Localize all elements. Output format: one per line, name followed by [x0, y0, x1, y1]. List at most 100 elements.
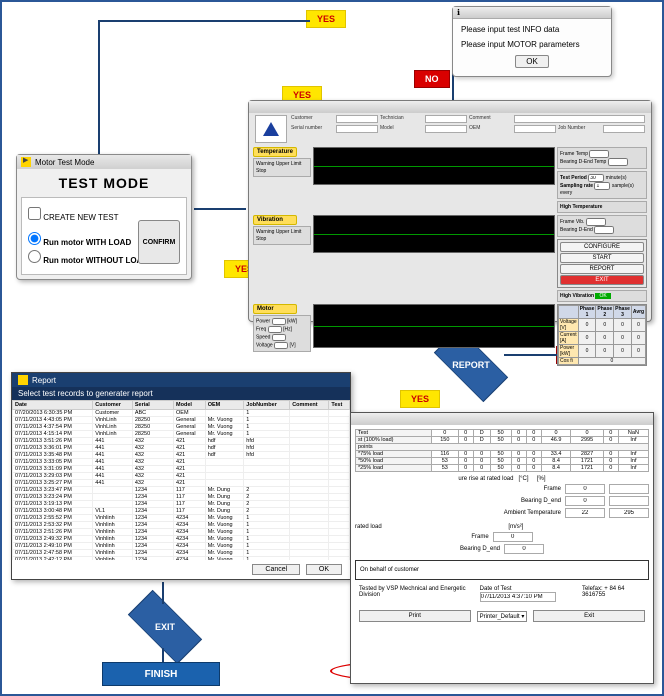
test-period-value[interactable] [588, 174, 604, 182]
create-new-label: CREATE NEW TEST [43, 213, 118, 222]
report-cancel-button[interactable]: Cancel [252, 564, 300, 575]
hdr-customer-input[interactable] [336, 115, 379, 123]
main-logo [255, 115, 287, 143]
high-temp-label: High Temperature [560, 204, 602, 210]
start-button[interactable]: START [560, 253, 644, 263]
table-row[interactable]: 07/11/2013 4:43:05 PMVinhLinh28250Genera… [13, 417, 350, 424]
table-row[interactable]: 07/11/2013 3:51:26 PM441432421hdfhfd [13, 438, 350, 445]
deg-unit: [°C] [518, 476, 528, 482]
table-row[interactable]: 07/11/2013 2:55:52 PMVinhlinh12344234Mr.… [13, 515, 350, 522]
test-period-label: Test Period [560, 175, 587, 181]
info-text-2: Please input MOTOR parameters [461, 40, 603, 49]
bearing-pct-input[interactable] [609, 496, 649, 506]
table-row[interactable]: 07/11/2013 4:15:14 PMVinhLinh28250Genera… [13, 431, 350, 438]
confirm-button[interactable]: CONFIRM [138, 220, 180, 264]
section-temperature: Temperature [253, 147, 297, 157]
ambient-pct-input[interactable] [609, 508, 649, 518]
print-button[interactable]: Print [359, 610, 471, 622]
hdr-job-input[interactable] [603, 125, 646, 133]
motor-power-input[interactable] [272, 318, 286, 325]
table-row[interactable]: 07/11/2013 2:51:26 PMVinhlinh12344234Mr.… [13, 529, 350, 536]
hdr-technician-input[interactable] [425, 115, 468, 123]
hdr-model-label: Model [380, 125, 423, 133]
decision-no-1: NO [414, 70, 450, 88]
frame2-label: Frame [471, 534, 488, 540]
create-new-checkbox[interactable] [28, 207, 41, 220]
report-button[interactable]: REPORT [560, 264, 644, 274]
hdr-oem-label: OEM [469, 125, 512, 133]
section-vibration: Vibration [253, 215, 297, 225]
frame-vib-input[interactable] [493, 532, 533, 542]
configure-button[interactable]: CONFIGURE [560, 242, 644, 252]
hz-unit: [Hz] [283, 327, 292, 333]
table-row[interactable]: 07/11/2013 3:25:27 PM441432421 [13, 480, 350, 487]
bearing-label: Bearing D_end [521, 498, 561, 504]
table-row[interactable]: 07/11/2013 3:23:24 PM1234117Mr. Dung2 [13, 494, 350, 501]
table-row[interactable]: 07/11/2013 3:36:01 PM441432421hdfhfd [13, 445, 350, 452]
table-row[interactable]: 07/11/2013 2:49:32 PMVinhlinh12344234Mr.… [13, 536, 350, 543]
temp-warning-label: Warning Upper Limit [256, 161, 308, 167]
motor-freq-label: Freq [256, 327, 266, 333]
bearing-c-input[interactable] [565, 496, 605, 506]
test-mode-window: Motor Test Mode TEST MODE CREATE NEW TES… [16, 154, 192, 280]
table-row[interactable]: 07/11/2013 2:49:10 PMVinhlinh12344234Mr.… [13, 543, 350, 550]
motor-voltage-input[interactable] [274, 342, 288, 349]
control-button-panel: CONFIGURE START REPORT EXIT [557, 239, 647, 288]
frame-vib-value[interactable] [586, 218, 606, 226]
hdr-comment-input[interactable] [514, 115, 646, 123]
report-ok-button[interactable]: OK [306, 564, 342, 575]
hdr-serial-input[interactable] [336, 125, 379, 133]
diamond-exit: EXIT [130, 602, 200, 652]
hdr-comment-label: Comment [469, 115, 512, 123]
frame-pct-input[interactable] [609, 484, 649, 494]
table-row[interactable]: 07/20/2013 6:30:35 PMCustomerABCOEM1 [13, 410, 350, 417]
connector [194, 208, 246, 210]
hdr-technician-label: Technician [380, 115, 423, 123]
sampling-value[interactable] [594, 182, 610, 190]
table-row[interactable]: 07/11/2013 3:00:48 PMVL11234117Mr. Dung2 [13, 508, 350, 515]
table-row[interactable]: 07/11/2013 3:29:03 PM441432421 [13, 473, 350, 480]
frame-temp-value[interactable] [589, 150, 609, 158]
motor-speed-input[interactable] [272, 334, 286, 341]
info-ok-button[interactable]: OK [515, 55, 549, 68]
motor-freq-input[interactable] [268, 326, 282, 333]
test-mode-heading: TEST MODE [17, 175, 191, 191]
bearing-temp-value[interactable] [608, 158, 628, 166]
rated-size-label: ure rise at rated load [458, 476, 513, 482]
exit-button[interactable]: EXIT [560, 275, 644, 285]
bearing-vib-value[interactable] [594, 226, 614, 234]
table-row[interactable]: 07/11/2013 3:23:47 PM1234117Mr. Dung2 [13, 487, 350, 494]
vib-stop-label: Stop [256, 236, 308, 242]
report-selector-window: Report Select test records to generater … [11, 372, 351, 580]
rated-load-label: rated load [355, 524, 382, 530]
connector [98, 20, 100, 154]
high-vib-label: High Vibration [560, 293, 594, 299]
table-row[interactable]: 07/11/2013 3:31:09 PM441432421 [13, 466, 350, 473]
decision-yes-4: YES [400, 390, 440, 408]
motor-voltage-label: Voltage [256, 343, 273, 349]
without-load-radio[interactable] [28, 250, 41, 263]
frame-c-input[interactable] [565, 484, 605, 494]
table-row[interactable]: 07/11/2013 3:33:05 PM441432421 [13, 459, 350, 466]
table-row[interactable]: 07/11/2013 4:37:54 PMVinhLinh28250Genera… [13, 424, 350, 431]
date-input[interactable] [480, 592, 556, 602]
report-selector-title: Report [32, 376, 56, 385]
final-exit-button[interactable]: Exit [533, 610, 645, 622]
pct-unit: [%] [537, 476, 546, 482]
signature-box: On behalf of customer [355, 560, 649, 580]
hdr-oem-input[interactable] [514, 125, 557, 133]
report-records-table[interactable]: DateCustomerSerialModelOEMJobNumberComme… [12, 400, 350, 560]
bearing2-label: Bearing D_end [460, 546, 500, 552]
printer-select[interactable]: Printer_Default ▾ [477, 611, 528, 622]
final-results-table: Test00D5000000NaNst (100% load)1500D5000… [355, 429, 649, 472]
report-selector-subtitle: Select test records to generater report [12, 387, 350, 400]
table-row[interactable]: 07/11/2013 3:35:48 PM441432421hdfhfd [13, 452, 350, 459]
ambient-c-input[interactable] [565, 508, 605, 518]
table-row[interactable]: 07/11/2013 2:53:32 PMVinhlinh12344234Mr.… [13, 522, 350, 529]
table-row[interactable]: 07/11/2013 3:19:13 PM1234117Mr. Dung2 [13, 501, 350, 508]
table-row[interactable]: 07/11/2013 2:47:58 PMVinhlinh12344234Mr.… [13, 550, 350, 557]
bearing-vib-input[interactable] [504, 544, 544, 554]
with-load-radio[interactable] [28, 232, 41, 245]
hdr-model-input[interactable] [425, 125, 468, 133]
phase-table: Phase 1Phase 2Phase 3Avrg Voltage [V]000… [557, 304, 647, 366]
